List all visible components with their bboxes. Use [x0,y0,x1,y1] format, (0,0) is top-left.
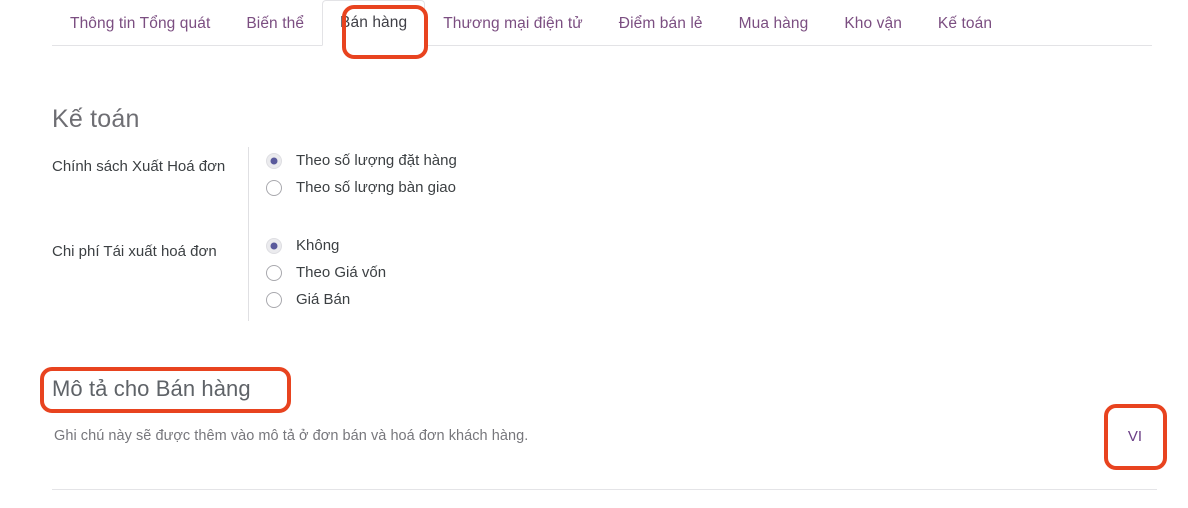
radio-unchecked-icon[interactable] [266,264,282,281]
radio-unchecked-icon[interactable] [266,179,282,196]
tab-item-active[interactable]: Bán hàng [322,0,426,46]
radio-group: Không Theo Giá vốn Giá Bán [266,232,386,313]
tab-item[interactable]: Mua hàng [721,0,827,46]
tab-item[interactable]: Thương mại điện tử [425,0,601,46]
radio-option-label: Theo số lượng đặt hàng [296,152,457,169]
tab-bar: Thông tin Tổng quát Biến thể Bán hàng Thươn… [0,0,1188,46]
radio-option-label: Không [296,237,340,254]
radio-group: Theo số lượng đặt hàng Theo số lượng bàn … [266,147,457,201]
radio-option[interactable]: Theo Giá vốn [266,259,386,286]
radio-option[interactable]: Giá Bán [266,286,386,313]
radio-option-label: Giá Bán [296,291,351,308]
radio-checked-icon[interactable] [266,237,282,254]
page-section-title: Kế toán [52,105,140,133]
section-horizontal-divider [52,489,1157,490]
radio-checked-icon[interactable] [266,152,282,169]
description-section-title: Mô tả cho Bán hàng [52,376,251,401]
tab-item[interactable]: Kho vận [826,0,920,46]
form-vertical-divider [248,147,249,321]
tab-item[interactable]: Kế toán [920,0,1010,46]
form-field-label: Chính sách Xuất Hoá đơn [52,158,226,175]
radio-unchecked-icon[interactable] [266,291,282,308]
radio-option[interactable]: Theo số lượng đặt hàng [266,147,457,174]
tab-item[interactable]: Biến thể [228,0,322,46]
radio-option-label: Theo số lượng bàn giao [296,179,456,196]
radio-option-label: Theo Giá vốn [296,264,387,281]
radio-option[interactable]: Theo số lượng bàn giao [266,174,457,201]
language-selector-badge[interactable]: VI [1117,420,1153,452]
form-field-label: Chi phí Tái xuất hoá đơn [52,243,217,260]
tab-item[interactable]: Thông tin Tổng quát [52,0,228,46]
tab-list: Thông tin Tổng quát Biến thể Bán hàng Thươn… [52,0,1010,46]
radio-option[interactable]: Không [266,232,386,259]
tab-item[interactable]: Điểm bán lẻ [601,0,721,46]
description-help-text: Ghi chú này sẽ được thêm vào mô tả ở đơn… [54,428,529,444]
